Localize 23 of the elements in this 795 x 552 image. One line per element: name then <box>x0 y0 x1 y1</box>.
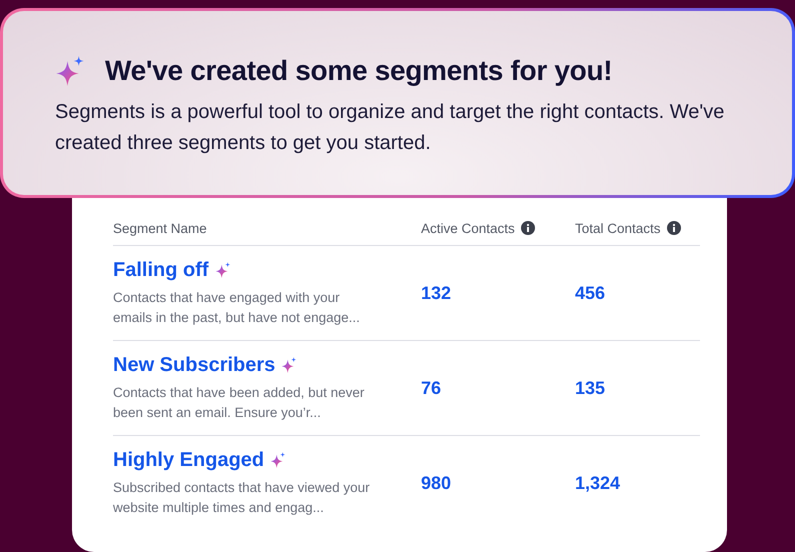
segment-name[interactable]: Highly Engaged <box>113 448 264 472</box>
sparkle-icon <box>214 262 231 278</box>
sparkle-icon <box>281 357 298 373</box>
segment-description: Subscribed contacts that have viewed your website multiple times and engag... <box>113 478 371 517</box>
total-count: 1,324 <box>575 472 620 492</box>
total-count: 135 <box>575 378 606 398</box>
segment-description: Contacts that have engaged with your emails in the past, but have not engage... <box>113 288 361 327</box>
sparkle-icon <box>270 452 286 468</box>
column-header: Active Contacts <box>421 220 515 236</box>
banner-title: We've created some segments for you! <box>105 55 612 87</box>
sparkle-icon <box>55 56 85 86</box>
total-count: 456 <box>575 282 606 302</box>
column-header: Total Contacts <box>575 220 661 236</box>
active-count: 132 <box>421 282 452 302</box>
banner-text: Segments is a powerful tool to organize and target the right contacts. We've created three segments to get you started. <box>55 100 726 156</box>
segment-name[interactable]: New Subscribers <box>113 354 276 376</box>
segment-name[interactable]: Falling off <box>113 258 209 282</box>
info-icon[interactable] <box>520 221 535 235</box>
column-header: Segment Name <box>113 220 207 236</box>
segment-description: Contacts that have been added, but never been sent an email. Ensure you’r... <box>113 384 366 422</box>
info-icon[interactable] <box>666 221 681 235</box>
active-count: 980 <box>421 472 452 492</box>
active-count: 76 <box>421 378 442 398</box>
